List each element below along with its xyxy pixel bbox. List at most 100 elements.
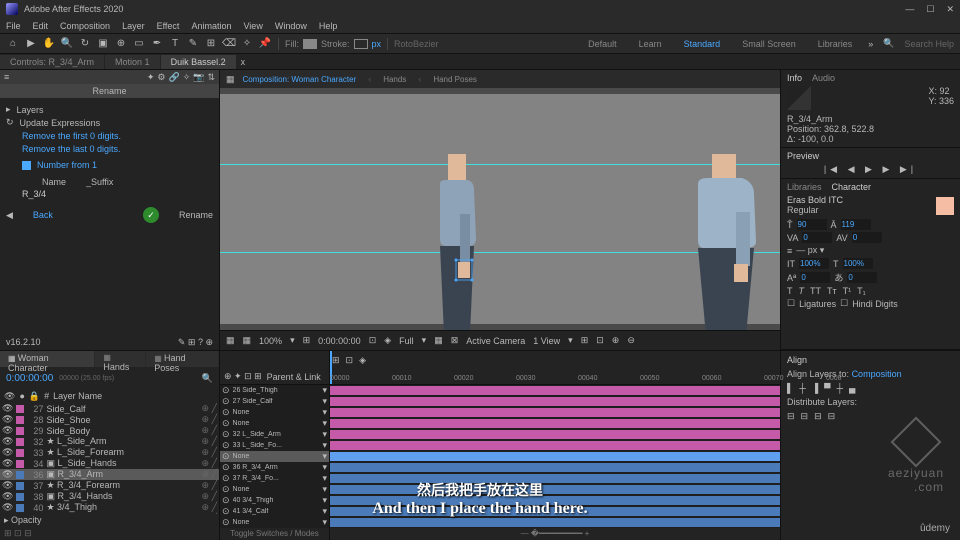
zoom-level[interactable]: 100% [259, 336, 282, 346]
layer-row[interactable]: 👁36▣ R_3/4_Arm⊕ ╱ [0, 469, 219, 480]
duik-layers[interactable]: Layers [17, 105, 44, 115]
align-vcenter-icon[interactable]: ┼ [837, 383, 843, 393]
comp-tab-handposes[interactable]: Hand Poses [427, 74, 483, 85]
allcaps[interactable]: TT [810, 286, 821, 296]
menu-composition[interactable]: Composition [60, 21, 110, 31]
duik-prefix-value[interactable]: R_3/4 [22, 189, 46, 199]
track[interactable] [330, 473, 780, 484]
composition-viewer[interactable] [220, 88, 780, 330]
duik-bone-icon[interactable]: ✧ [183, 72, 191, 83]
menu-animation[interactable]: Animation [191, 21, 231, 31]
info-tab[interactable]: Info [787, 73, 802, 83]
track[interactable] [330, 462, 780, 473]
character-tab[interactable]: Character [832, 182, 872, 192]
layer-row[interactable]: 👁27Side_Calf⊕ ╱ [0, 403, 219, 414]
puppet-tool-icon[interactable]: 📌 [258, 37, 272, 51]
active-camera[interactable]: Active Camera [466, 336, 525, 346]
duik-numfrom[interactable]: Number from 1 [37, 160, 97, 170]
duik-camera-icon[interactable]: 📷 [193, 72, 204, 83]
parent-cell[interactable]: ⊙40 3/4_Thigh▾ [220, 495, 329, 506]
libraries-tab[interactable]: Libraries [787, 182, 822, 192]
align-target[interactable]: Composition [852, 369, 902, 379]
dist-icon[interactable]: ⊟ [814, 411, 822, 422]
panel-tab-controls[interactable]: Controls: R_3/4_Arm [0, 55, 104, 69]
parent-cell[interactable]: ⊙37 R_3/4_Fo...▾ [220, 473, 329, 484]
faux-bold[interactable]: T [787, 286, 793, 296]
align-hcenter-icon[interactable]: ┼ [799, 383, 805, 393]
track[interactable] [330, 517, 780, 528]
faux-italic[interactable]: T [799, 286, 805, 296]
maximize-button[interactable]: ☐ [926, 4, 934, 15]
tl-snap-icon[interactable]: ⊡ [346, 355, 354, 366]
audio-tab[interactable]: Audio [812, 73, 835, 83]
parent-cell[interactable]: ⊙None▾ [220, 418, 329, 429]
dist-icon[interactable]: ⊟ [801, 411, 809, 422]
font-family[interactable]: Eras Bold ITC [787, 195, 843, 205]
close-button[interactable]: ✕ [946, 4, 954, 15]
zoom-tool-icon[interactable]: 🔍 [60, 37, 74, 51]
parent-cell[interactable]: ⊙26 Side_Thigh▾ [220, 385, 329, 396]
duik-remove-last[interactable]: Remove the last 0 digits. [22, 144, 213, 154]
workspace-standard[interactable]: Standard [678, 38, 727, 50]
tl-markers-icon[interactable]: ◈ [359, 355, 366, 366]
preview-tab[interactable]: Preview [787, 151, 819, 161]
parent-cell[interactable]: ⊙33 L_Side_Fo...▾ [220, 440, 329, 451]
toggle-switches[interactable]: Toggle Switches / Modes [220, 528, 329, 540]
track[interactable] [330, 385, 780, 396]
comp-tab-main[interactable]: Composition: Woman Character [237, 74, 363, 85]
panel-tab-motion[interactable]: Motion 1 [105, 55, 160, 69]
parent-cell[interactable]: ⊙None▾ [220, 451, 329, 462]
align-top-icon[interactable]: ▀ [824, 383, 830, 393]
parent-cell[interactable]: ⊙32 L_Side_Arm▾ [220, 429, 329, 440]
parent-cell[interactable]: ⊙None▾ [220, 484, 329, 495]
layer-row[interactable]: 👁29Side_Body⊕ ╱ [0, 425, 219, 436]
dist-icon[interactable]: ⊟ [828, 411, 836, 422]
text-color-swatch[interactable] [936, 197, 954, 215]
smallcaps[interactable]: Tᴛ [827, 286, 837, 296]
home-icon[interactable]: ⌂ [6, 37, 20, 51]
duik-back[interactable]: Back [33, 210, 53, 220]
comp-tab-hands[interactable]: Hands [377, 74, 412, 85]
menu-layer[interactable]: Layer [122, 21, 145, 31]
duik-update[interactable]: Update Expressions [20, 118, 101, 128]
duik-confirm-button[interactable]: ✓ [143, 207, 159, 223]
parent-cell[interactable]: ⊙36 R_3/4_Arm▾ [220, 462, 329, 473]
parent-cell[interactable]: ⊙27 Side_Calf▾ [220, 396, 329, 407]
hindi-digits[interactable]: Hindi Digits [852, 299, 898, 309]
timeline-timecode[interactable]: 0:00:00:00 [6, 373, 53, 384]
tab-close[interactable]: x [241, 57, 246, 67]
shape-tool-icon[interactable]: ▭ [132, 37, 146, 51]
viewer-timecode[interactable]: 0:00:00:00 [318, 336, 361, 346]
layer-row[interactable]: 👁38▣ R_3/4_Hands⊕ ╱ [0, 491, 219, 502]
parent-cell[interactable]: ⊙None▾ [220, 407, 329, 418]
menu-effect[interactable]: Effect [157, 21, 180, 31]
layer-row[interactable]: 👁40★ 3/4_Thigh⊕ ╱ [0, 502, 219, 513]
superscript[interactable]: T¹ [843, 286, 852, 296]
menu-help[interactable]: Help [319, 21, 338, 31]
duik-settings-icon[interactable]: ⚙ [157, 72, 165, 83]
subscript[interactable]: T₁ [857, 286, 866, 296]
duik-link-icon[interactable]: 🔗 [168, 72, 179, 83]
font-style[interactable]: Regular [787, 205, 843, 215]
search-icon[interactable]: 🔍 [883, 38, 894, 49]
pen-tool-icon[interactable]: ✒ [150, 37, 164, 51]
view-count[interactable]: 1 View [533, 336, 560, 346]
rotate-tool-icon[interactable]: ↻ [78, 37, 92, 51]
align-bottom-icon[interactable]: ▄ [849, 383, 855, 393]
text-tool-icon[interactable]: T [168, 37, 182, 51]
duik-remove-first[interactable]: Remove the first 0 digits. [22, 131, 213, 141]
track[interactable] [330, 407, 780, 418]
preview-controls[interactable]: |◀ ◀ ▶ ▶ ▶| [787, 164, 954, 175]
layer-row[interactable]: 👁37★ R_3/4_Forearm⊕ ╱ [0, 480, 219, 491]
camera-tool-icon[interactable]: ▣ [96, 37, 110, 51]
fill-swatch[interactable] [303, 39, 317, 49]
track[interactable] [330, 495, 780, 506]
align-left-icon[interactable]: ▌ [787, 383, 793, 393]
vscale[interactable] [799, 258, 829, 269]
timeline-tab-main[interactable]: ▦ Woman Character [0, 351, 94, 367]
tl-graph-icon[interactable]: ⊞ [332, 355, 340, 366]
stamp-tool-icon[interactable]: ⊞ [204, 37, 218, 51]
layer-row[interactable]: 👁32★ L_Side_Arm⊕ ╱ [0, 436, 219, 447]
back-icon[interactable]: ◀ [6, 210, 13, 221]
duik-tool-icon[interactable]: ✦ [147, 72, 155, 83]
